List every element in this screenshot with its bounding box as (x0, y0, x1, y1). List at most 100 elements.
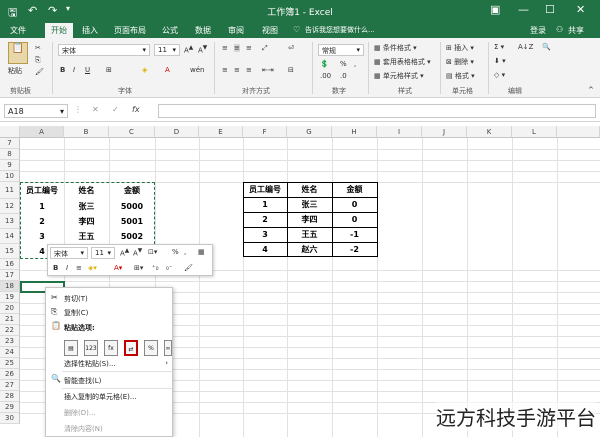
column-header-e[interactable]: E (199, 126, 243, 138)
paste-icon[interactable]: ▤ (64, 340, 78, 356)
italic-icon[interactable]: I (73, 66, 75, 74)
table-cell[interactable]: 姓名 (287, 182, 332, 197)
table-cell[interactable]: 张三 (287, 197, 332, 212)
table-cell[interactable]: 张三 (64, 199, 109, 214)
find-select-icon[interactable]: 🔍 (542, 43, 551, 51)
column-header-b[interactable]: B (64, 126, 109, 138)
table-cell[interactable]: 员工编号 (243, 182, 287, 197)
row-header-27[interactable]: 27 (0, 380, 20, 391)
grow-font-icon[interactable]: A▲ (184, 45, 193, 54)
fill-color-icon[interactable]: ◈ (142, 66, 147, 74)
menu-item-insert-copied[interactable]: 插入复制的单元格(E)... (64, 392, 137, 402)
table-cell[interactable]: 3 (20, 229, 64, 244)
increase-decimal-icon[interactable]: .00 (320, 72, 331, 80)
row-header-8[interactable]: 8 (0, 149, 20, 160)
decrease-decimal-icon[interactable]: .0 (340, 72, 347, 80)
menu-item-smart-lookup[interactable]: 智能查找(L) (64, 376, 101, 386)
indent-icon[interactable]: ⇤⇥ (262, 66, 274, 74)
row-header-12[interactable]: 12 (0, 199, 20, 214)
column-header-c[interactable]: C (109, 126, 155, 138)
menu-item-copy[interactable]: 复制(C) (64, 308, 88, 318)
align-bottom-icon[interactable]: ≡ (246, 44, 252, 52)
row-header-16[interactable]: 16 (0, 259, 20, 270)
table-cell[interactable]: 李四 (64, 214, 109, 229)
column-header-a[interactable]: A (20, 126, 64, 138)
cancel-icon[interactable]: ✕ (92, 105, 99, 114)
paste-icon[interactable]: 📋 (8, 42, 28, 64)
cell-style-button[interactable]: ▦ 单元格样式 ▾ (374, 71, 424, 81)
paste-transpose-icon[interactable]: ⇄ (124, 340, 138, 356)
table-cell[interactable]: 0 (332, 197, 377, 212)
table-cell[interactable]: -2 (332, 242, 377, 257)
row-header-15[interactable]: 15 (0, 244, 20, 259)
table-cell[interactable]: -1 (332, 227, 377, 242)
autosum-icon[interactable]: Σ ▾ (494, 43, 504, 51)
paste-values-icon[interactable]: 123 (84, 340, 98, 356)
mini-bold-icon[interactable]: B (53, 264, 58, 272)
row-header-25[interactable]: 25 (0, 358, 20, 369)
insert-function-button[interactable]: fx (132, 105, 140, 114)
font-color-icon[interactable]: A (165, 66, 170, 74)
table-cell[interactable]: 金额 (109, 183, 155, 198)
mini-decrease-decimal-icon[interactable]: ₀⁻ (166, 264, 173, 272)
tab-insert[interactable]: 插入 (82, 25, 98, 36)
align-left-icon[interactable]: ≡ (222, 66, 228, 74)
sort-filter-icon[interactable]: A↓Z (518, 43, 533, 51)
mini-size-combo[interactable]: 11 ▾ (91, 247, 115, 259)
align-middle-icon[interactable]: ≡ (234, 44, 240, 52)
mini-percent-icon[interactable]: % (172, 248, 179, 256)
enter-icon[interactable]: ✓ (112, 105, 119, 114)
table-cell[interactable]: 2 (243, 212, 287, 227)
table-cell[interactable]: 5002 (109, 229, 155, 244)
column-header-l[interactable]: L (512, 126, 557, 138)
mini-border-icon[interactable]: ⊞▾ (134, 264, 143, 272)
tab-view[interactable]: 视图 (262, 25, 278, 36)
menu-item-paste-special[interactable]: 选择性粘贴(S)... (64, 359, 116, 369)
column-header-h[interactable]: H (332, 126, 377, 138)
table-cell[interactable]: 赵六 (287, 242, 332, 257)
column-header-k[interactable]: K (467, 126, 512, 138)
mini-font-color-icon[interactable]: A▾ (114, 264, 122, 272)
number-format-combo[interactable]: 常规 ▾ (318, 44, 364, 56)
mini-grow-font-icon[interactable]: A▲ (120, 248, 129, 257)
column-header-d[interactable]: D (155, 126, 199, 138)
insert-cells-button[interactable]: ⊞ 插入 ▾ (446, 43, 474, 53)
font-name-combo[interactable]: 宋体 ▾ (58, 44, 150, 56)
tab-page-layout[interactable]: 页面布局 (114, 25, 146, 36)
menu-item-delete[interactable]: 删除(D)... (64, 408, 96, 418)
menu-item-cut[interactable]: 剪切(T) (64, 294, 88, 304)
row-header-13[interactable]: 13 (0, 214, 20, 229)
share-icon[interactable]: ⚇ (556, 25, 563, 34)
percent-icon[interactable]: % (340, 60, 347, 68)
column-header-f[interactable]: F (243, 126, 287, 138)
table-cell[interactable]: 0 (332, 212, 377, 227)
row-header-26[interactable]: 26 (0, 369, 20, 380)
orientation-icon[interactable]: ⤢ (262, 44, 268, 53)
table-cell[interactable]: 5001 (109, 214, 155, 229)
row-header-28[interactable]: 28 (0, 391, 20, 402)
maximize-icon[interactable]: ☐ (545, 3, 555, 16)
table-cell[interactable]: 2 (20, 214, 64, 229)
table-cell[interactable]: 员工编号 (20, 183, 64, 198)
align-right-icon[interactable]: ≡ (246, 66, 252, 74)
row-header-22[interactable]: 22 (0, 325, 20, 336)
row-header-9[interactable]: 9 (0, 160, 20, 171)
row-header-14[interactable]: 14 (0, 229, 20, 244)
font-size-combo[interactable]: 11 ▾ (154, 44, 180, 56)
row-header-20[interactable]: 20 (0, 303, 20, 314)
align-center-icon[interactable]: ≡ (234, 66, 240, 74)
phonetic-icon[interactable]: wén (190, 66, 204, 74)
row-header-10[interactable]: 10 (0, 171, 20, 182)
table-cell[interactable]: 1 (243, 197, 287, 212)
login-link[interactable]: 登录 (530, 25, 546, 36)
mini-accounting-icon[interactable]: ⊡▾ (148, 248, 157, 256)
format-painter-icon[interactable]: 🖌 (35, 68, 44, 76)
tab-home[interactable]: 开始 (45, 23, 73, 38)
mini-align-icon[interactable]: ≡ (76, 264, 82, 272)
border-icon[interactable]: ⊞ (106, 66, 112, 74)
wrap-text-icon[interactable]: ⏎ (288, 44, 294, 52)
close-icon[interactable]: ✕ (576, 3, 585, 16)
tab-formulas[interactable]: 公式 (162, 25, 178, 36)
column-header-i[interactable]: I (377, 126, 422, 138)
paste-button[interactable]: 粘贴 (8, 66, 22, 76)
